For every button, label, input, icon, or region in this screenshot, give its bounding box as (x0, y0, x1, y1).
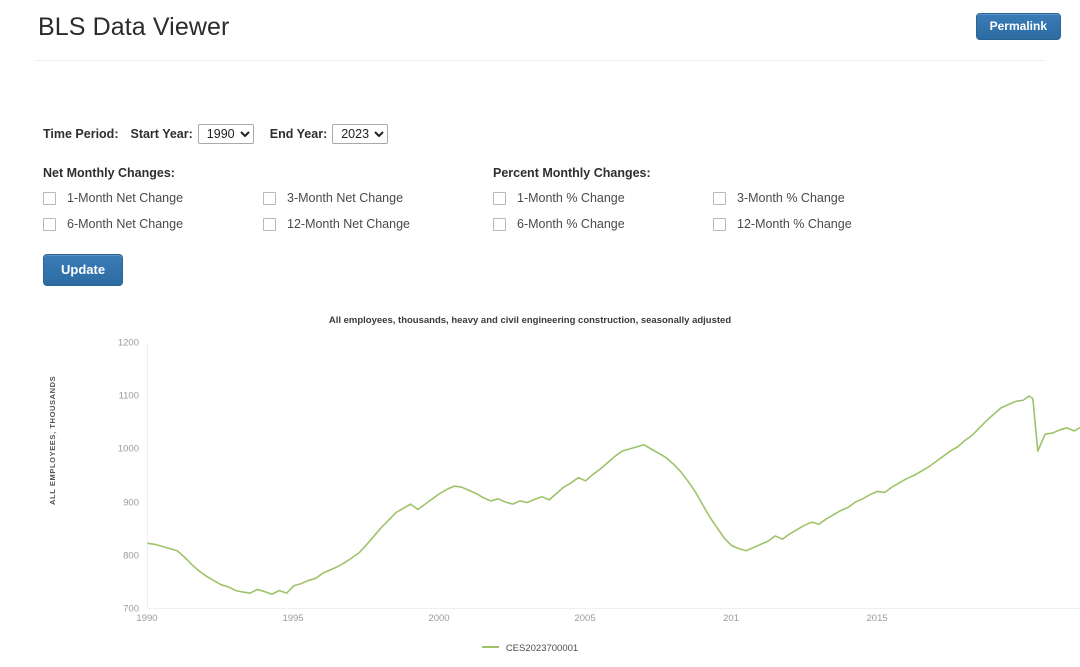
start-year-label: Start Year: (130, 127, 193, 141)
y-tick-label: 1200 (117, 337, 139, 349)
chart-title: All employees, thousands, heavy and civi… (328, 315, 732, 326)
page-title: BLS Data Viewer (38, 13, 230, 41)
x-tick-label: 1995 (282, 613, 304, 624)
bls-data-viewer-page: BLS Data Viewer Permalink Time Period: S… (0, 0, 1080, 667)
end-year-label: End Year: (269, 127, 328, 141)
checkbox-label: 3-Month Net Change (287, 191, 404, 205)
time-period-row: Time Period: Start Year: 199019952000200… (43, 124, 389, 144)
checkbox-label: 6-Month % Change (517, 217, 625, 231)
checkbox-net-3[interactable]: 12-Month Net Change (263, 217, 483, 231)
checkbox-label: 6-Month Net Change (67, 217, 184, 231)
x-tick-label: 201 (723, 613, 739, 624)
page-header: BLS Data Viewer Permalink (0, 0, 1080, 60)
percent-monthly-changes-group: Percent Monthly Changes: 1-Month % Chang… (493, 166, 933, 231)
y-tick-label: 700 (123, 603, 139, 615)
legend-label: CES2023700001 (505, 643, 579, 654)
checkbox-icon[interactable] (713, 217, 726, 231)
time-period-label: Time Period: (43, 127, 119, 141)
percent-monthly-changes-grid: 1-Month % Change 3-Month % Change 6-Month … (493, 191, 933, 231)
start-year-select[interactable]: 19901995200020052010201520202023 (197, 124, 254, 144)
net-monthly-changes-title: Net Monthly Changes: (43, 166, 175, 180)
x-axis-ticks: 1990 1995 2000 2005 201 2015 (136, 613, 1080, 633)
y-tick-label: 1000 (117, 443, 139, 455)
end-year-select[interactable]: 19901995200020052010201520202023 (332, 124, 389, 144)
checkbox-icon[interactable] (43, 191, 56, 205)
x-tick-label: 2000 (428, 613, 450, 624)
checkbox-label: 12-Month % Change (737, 217, 852, 231)
checkbox-net-1[interactable]: 3-Month Net Change (263, 191, 483, 205)
y-tick-label: 800 (123, 550, 139, 562)
plot-area (147, 343, 1080, 609)
checkbox-icon[interactable] (43, 217, 56, 231)
net-monthly-changes-group: Net Monthly Changes: 1-Month Net Change 3… (43, 166, 483, 231)
checkbox-icon[interactable] (713, 191, 726, 205)
y-axis-title: ALL EMPLOYEES, THOUSANDS (48, 375, 57, 505)
checkbox-pct-1[interactable]: 3-Month % Change (713, 191, 933, 205)
percent-monthly-changes-title: Percent Monthly Changes: (493, 166, 651, 180)
y-tick-label: 900 (123, 497, 139, 509)
permalink-button[interactable]: Permalink (975, 13, 1061, 40)
chart-legend: CES2023700001 (0, 643, 1060, 654)
checkbox-label: 3-Month % Change (737, 191, 845, 205)
header-divider (35, 60, 1045, 61)
legend-color-swatch (481, 646, 499, 649)
checkbox-pct-3[interactable]: 12-Month % Change (713, 217, 933, 231)
update-button[interactable]: Update (43, 254, 124, 286)
checkbox-icon[interactable] (263, 217, 276, 231)
checkbox-net-0[interactable]: 1-Month Net Change (43, 191, 263, 205)
checkbox-icon[interactable] (493, 191, 506, 205)
series-line-CES2023700001 (148, 343, 1080, 608)
checkbox-net-2[interactable]: 6-Month Net Change (43, 217, 263, 231)
net-monthly-changes-grid: 1-Month Net Change 3-Month Net Change 6-Mo… (43, 191, 483, 231)
checkbox-icon[interactable] (493, 217, 506, 231)
checkbox-label: 12-Month Net Change (287, 217, 410, 231)
checkbox-pct-0[interactable]: 1-Month % Change (493, 191, 713, 205)
x-tick-label: 1990 (136, 613, 158, 624)
y-tick-label: 1100 (118, 390, 139, 402)
y-axis-ticks: 700 800 900 1000 1100 1200 (95, 338, 139, 615)
x-tick-label: 2015 (866, 613, 888, 624)
chart-container: All employees, thousands, heavy and civi… (0, 305, 1080, 667)
checkbox-label: 1-Month % Change (517, 191, 625, 205)
checkbox-label: 1-Month Net Change (67, 191, 184, 205)
checkbox-pct-2[interactable]: 6-Month % Change (493, 217, 713, 231)
x-tick-label: 2005 (574, 613, 596, 624)
checkbox-icon[interactable] (263, 191, 276, 205)
